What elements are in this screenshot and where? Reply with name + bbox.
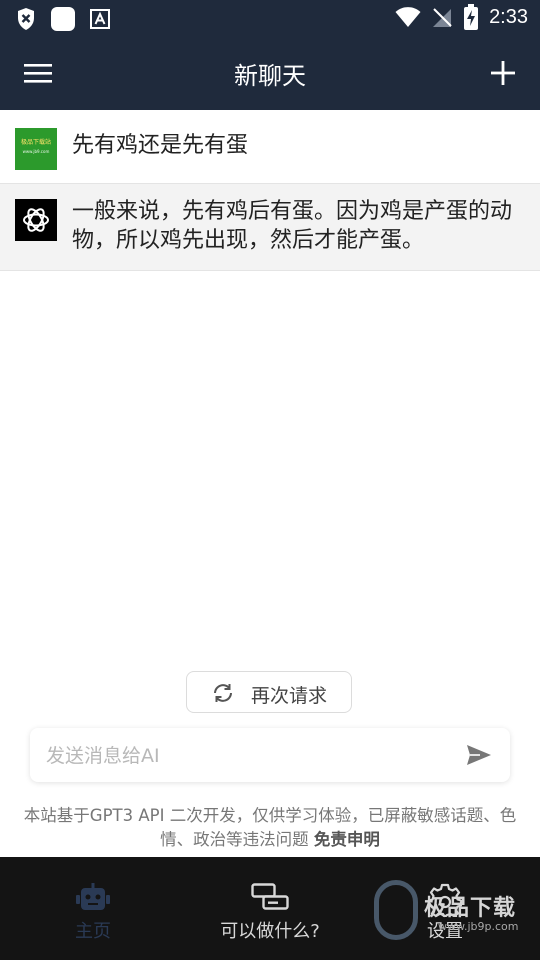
- retry-button[interactable]: 再次请求: [186, 671, 352, 713]
- watermark-logo: [374, 880, 418, 940]
- openai-logo-icon: [23, 208, 49, 232]
- send-icon[interactable]: [466, 744, 492, 766]
- card-icon: [251, 883, 289, 910]
- new-chat-plus-icon[interactable]: [488, 58, 518, 88]
- message-input[interactable]: [44, 740, 448, 772]
- status-bar: 2:33: [0, 0, 540, 36]
- no-signal-icon: [433, 8, 452, 27]
- disclaimer: 本站基于GPT3 API 二次开发，仅供学习体验，已屏蔽敏感话题、色情、政治等违…: [20, 804, 520, 852]
- watermark: 极品下载 www.jb9p.com: [374, 876, 534, 956]
- refresh-icon: [214, 684, 232, 702]
- watermark-url: www.jb9p.com: [438, 920, 519, 933]
- shield-x-icon: [18, 8, 34, 30]
- ai-avatar: [15, 199, 57, 241]
- user-message: 极品下载站 www.jb9.com 先有鸡还是先有蛋: [0, 111, 540, 184]
- nav-label-capabilities: 可以做什么?: [220, 921, 320, 942]
- wifi-icon: [395, 7, 421, 27]
- battery-charging-icon: [464, 4, 479, 30]
- retry-button-label: 再次请求: [251, 685, 328, 707]
- avatar-label: 极品下载站: [20, 139, 51, 146]
- app-bar: 新聊天: [0, 36, 540, 110]
- nav-item-capabilities[interactable]: 可以做什么?: [180, 857, 360, 960]
- page-title: 新聊天: [234, 62, 306, 90]
- nav-item-home[interactable]: 主页: [3, 857, 183, 960]
- ai-message: 一般来说，先有鸡后有蛋。因为鸡是产蛋的动物，所以鸡先出现，然后才能产蛋。: [0, 184, 540, 271]
- disclaimer-text: 本站基于GPT3 API 二次开发，仅供学习体验，已屏蔽敏感话题、色情、政治等违…: [23, 806, 517, 849]
- status-time: 2:33: [489, 5, 528, 28]
- avatar-sub: www.jb9.com: [22, 149, 50, 154]
- watermark-text: 极品下载: [424, 896, 517, 921]
- nav-label-home: 主页: [75, 921, 111, 942]
- disclaimer-link[interactable]: 免责申明: [314, 830, 380, 849]
- font-notification-icon: [90, 9, 110, 29]
- ai-message-text: 一般来说，先有鸡后有蛋。因为鸡是产蛋的动物，所以鸡先出现，然后才能产蛋。: [72, 199, 513, 253]
- user-message-text: 先有鸡还是先有蛋: [72, 133, 249, 158]
- robot-icon: [76, 883, 110, 910]
- app-notification-icon: [51, 7, 75, 31]
- user-avatar: 极品下载站 www.jb9.com: [15, 128, 57, 170]
- message-input-box: [30, 728, 510, 782]
